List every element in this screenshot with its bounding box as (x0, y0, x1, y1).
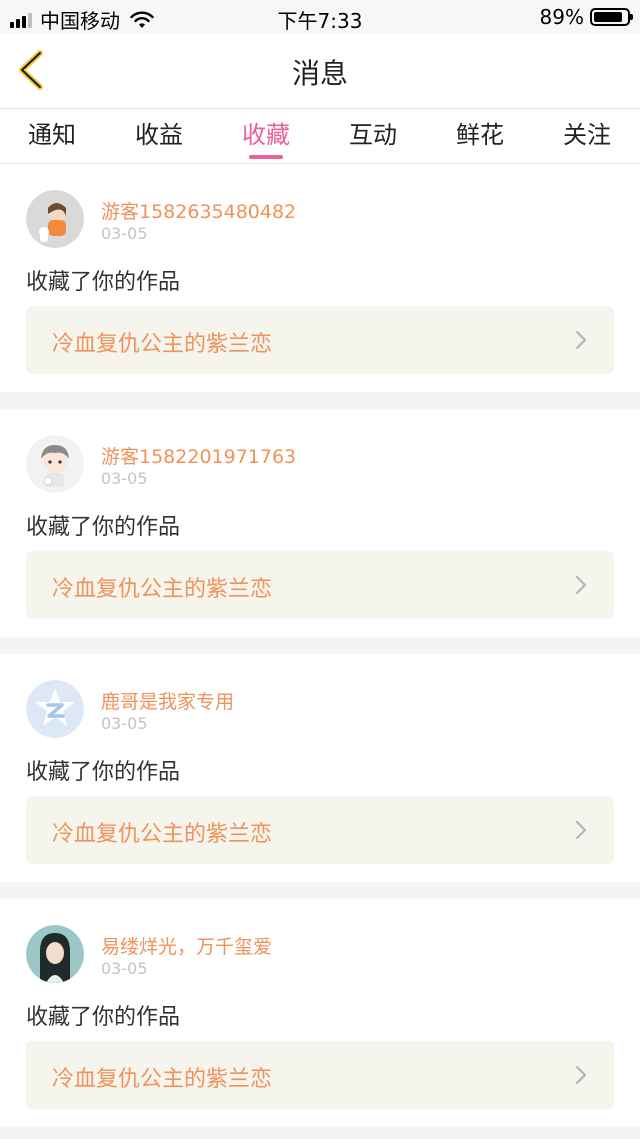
work-title: 冷血复仇公主的紫兰恋 (52, 822, 273, 847)
tab-flowers[interactable]: 鲜花 (440, 115, 520, 150)
tab-interactions[interactable]: 互动 (333, 115, 413, 150)
action-text: 收藏了你的作品 (26, 1005, 181, 1030)
nav-bar: 消息 (0, 34, 640, 109)
avatar[interactable] (26, 190, 84, 248)
chevron-right-icon (575, 330, 587, 350)
work-link[interactable]: 冷血复仇公主的紫兰恋 (26, 1041, 614, 1109)
message-card: 游客1582635480482 03-05 收藏了你的作品 冷血复仇公主的紫兰恋 (0, 164, 640, 392)
avatar[interactable] (26, 680, 84, 738)
tab-earnings[interactable]: 收益 (119, 115, 199, 150)
work-link[interactable]: 冷血复仇公主的紫兰恋 (26, 551, 614, 619)
user-name[interactable]: 鹿哥是我家专用 (101, 687, 234, 714)
action-text: 收藏了你的作品 (26, 515, 181, 540)
tab-label: 通知 (28, 121, 76, 149)
work-title: 冷血复仇公主的紫兰恋 (52, 1067, 273, 1092)
work-link[interactable]: 冷血复仇公主的紫兰恋 (26, 796, 614, 864)
chevron-right-icon (575, 820, 587, 840)
tab-label: 关注 (563, 121, 611, 149)
battery-icon (590, 8, 633, 26)
status-bar: 中国移动 下午7:33 89% (0, 0, 640, 34)
chevron-right-icon (575, 575, 587, 595)
user-name[interactable]: 游客1582201971763 (101, 442, 296, 469)
user-name[interactable]: 易缕烊光，万千玺爱 (101, 932, 272, 959)
action-text: 收藏了你的作品 (26, 270, 181, 295)
message-date: 03-05 (101, 714, 148, 733)
message-card: 鹿哥是我家专用 03-05 收藏了你的作品 冷血复仇公主的紫兰恋 (0, 654, 640, 882)
tab-following[interactable]: 关注 (547, 115, 627, 150)
user-name[interactable]: 游客1582635480482 (101, 197, 296, 224)
message-card: 游客1582201971763 03-05 收藏了你的作品 冷血复仇公主的紫兰恋 (0, 409, 640, 637)
tab-favorites[interactable]: 收藏 (226, 115, 306, 159)
message-date: 03-05 (101, 469, 148, 488)
message-card: 易缕烊光，万千玺爱 03-05 收藏了你的作品 冷血复仇公主的紫兰恋 (0, 899, 640, 1127)
status-right: 89% (539, 5, 633, 29)
tab-label: 收益 (135, 121, 183, 149)
tab-label: 鲜花 (456, 121, 504, 149)
message-date: 03-05 (101, 224, 148, 243)
tab-bar: 通知 收益 收藏 互动 鲜花 关注 (0, 109, 640, 164)
work-title: 冷血复仇公主的紫兰恋 (52, 332, 273, 357)
battery-percent: 89% (539, 5, 584, 29)
tab-label: 收藏 (242, 121, 290, 149)
page-title: 消息 (291, 57, 348, 90)
chevron-right-icon (575, 1065, 587, 1085)
avatar[interactable] (26, 925, 84, 983)
work-link[interactable]: 冷血复仇公主的紫兰恋 (26, 306, 614, 374)
tab-underline (249, 155, 283, 159)
tab-label: 互动 (349, 121, 397, 149)
work-title: 冷血复仇公主的紫兰恋 (52, 577, 273, 602)
action-text: 收藏了你的作品 (26, 760, 181, 785)
message-date: 03-05 (101, 959, 148, 978)
avatar[interactable] (26, 435, 84, 493)
tab-notifications[interactable]: 通知 (12, 115, 92, 150)
